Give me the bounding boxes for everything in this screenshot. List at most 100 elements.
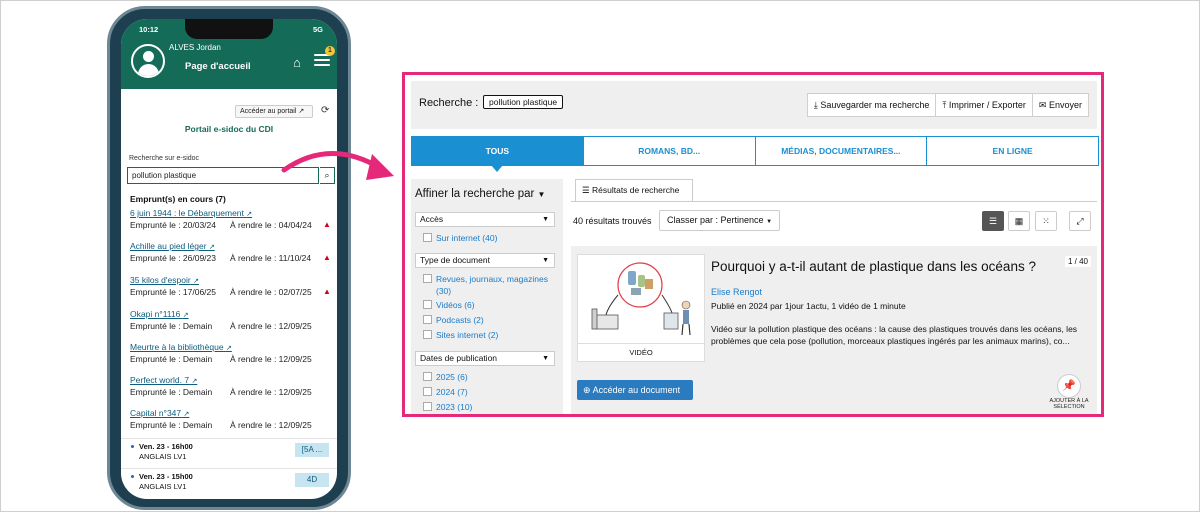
- sort-dropdown[interactable]: Classer par : Pertinence ▼: [659, 210, 781, 231]
- facet-dates[interactable]: Dates de publication ▼: [415, 351, 555, 366]
- tab-romans-bd[interactable]: ROMANS, BD...: [583, 137, 756, 165]
- caret-down-icon: ▼: [537, 190, 546, 199]
- access-document-button[interactable]: ⊕ Accéder au document: [577, 380, 693, 400]
- checkbox[interactable]: [423, 315, 432, 324]
- loan-title: Capital n°347: [130, 408, 182, 418]
- facet-dates-label: Dates de publication: [420, 353, 498, 363]
- checkbox[interactable]: [423, 372, 432, 381]
- loan-dates: Emprunté le : 26/09/23 À rendre le : 11/1…: [130, 253, 335, 265]
- portal-title: Portail e-sidoc du CDI: [184, 124, 274, 134]
- external-link-icon: ↗: [246, 211, 253, 218]
- facet-option-label: 2023 (10): [436, 402, 473, 412]
- facet-sidebar: Affiner la recherche par ▼ Accès ▼ Sur in…: [411, 179, 563, 414]
- bullet-icon: [131, 475, 134, 478]
- print-export-button[interactable]: ⤒ Imprimer / Exporter: [936, 93, 1033, 117]
- envelope-icon: ✉: [1038, 100, 1047, 110]
- facet-option-label: Podcasts (2): [436, 315, 484, 325]
- search-term-chip[interactable]: pollution plastique: [483, 95, 564, 109]
- user-name: ALVES Jordan: [169, 43, 221, 52]
- list-view-button[interactable]: ☰: [982, 211, 1004, 231]
- loan-item: Perfect world. 7 ↗ Emprunté le : Demain À…: [130, 375, 335, 399]
- loan-title: 35 kilos d'espoir: [130, 275, 191, 285]
- loan-title-link[interactable]: 6 juin 1944 : le Débarquement ↗: [130, 208, 335, 220]
- loan-title-link[interactable]: Meurtre à la bibliothèque ↗: [130, 342, 335, 354]
- result-thumbnail[interactable]: VIDÉO: [577, 254, 705, 362]
- pollution-illustration: [591, 262, 691, 336]
- send-button[interactable]: ✉ Envoyer: [1032, 93, 1089, 117]
- facet-option-label: Revues, journaux, magazines: [436, 274, 548, 284]
- facet-option[interactable]: Sites internet (2): [423, 330, 498, 340]
- refresh-icon[interactable]: ⟳: [321, 105, 329, 116]
- action-buttons: ⤓ Sauvegarder ma recherche ⤒ Imprimer / …: [806, 93, 1089, 117]
- checkbox[interactable]: [423, 274, 432, 283]
- result-title[interactable]: Pourquoi y a-t-il autant de plastique da…: [711, 259, 1036, 274]
- course-subject: ANGLAIS LV1: [139, 482, 187, 491]
- phone-mockup: 10:12 5G ALVES Jordan Page d'accueil ⌂ 1…: [107, 6, 351, 510]
- facet-type[interactable]: Type de document ▼: [415, 253, 555, 268]
- send-label: Envoyer: [1048, 100, 1082, 110]
- access-document-label: Accéder au document: [592, 385, 681, 395]
- facet-option-label: Sur internet (40): [436, 233, 498, 243]
- result-card: VIDÉO Pourquoi y a-t-il autant de plasti…: [571, 246, 1097, 414]
- home-icon[interactable]: ⌂: [293, 55, 301, 70]
- tab-results[interactable]: ☰ Résultats de recherche: [575, 179, 693, 201]
- loan-due: À rendre le : 11/10/24: [230, 253, 312, 263]
- notification-badge: 1: [325, 46, 335, 56]
- save-search-button[interactable]: ⤓ Sauvegarder ma recherche: [806, 93, 937, 117]
- checkbox[interactable]: [423, 233, 432, 242]
- facet-option[interactable]: Sur internet (40): [423, 233, 497, 243]
- checkbox[interactable]: [423, 402, 432, 411]
- result-author[interactable]: Elise Rengot: [711, 287, 762, 297]
- loan-due: À rendre le : 12/09/25: [230, 354, 312, 364]
- mosaic-icon: ⁙: [1042, 216, 1050, 226]
- loan-due: À rendre le : 12/09/25: [230, 321, 312, 331]
- loan-title-link[interactable]: Okapi n°1116 ↗: [130, 309, 335, 321]
- mosaic-view-button[interactable]: ⁙: [1035, 211, 1057, 231]
- course-item[interactable]: Ven. 23 - 16h00 ANGLAIS LV1 [5A ...: [121, 438, 337, 468]
- facets-title-label: Affiner la recherche par: [415, 188, 535, 200]
- tab-en-ligne[interactable]: EN LIGNE: [927, 137, 1098, 165]
- list-icon: ☰: [582, 185, 590, 195]
- warning-icon: ▲: [323, 253, 331, 262]
- grid-view-button[interactable]: ▦: [1008, 211, 1030, 231]
- facets-title[interactable]: Affiner la recherche par ▼: [415, 188, 545, 200]
- facet-option[interactable]: 2025 (6): [423, 372, 468, 382]
- fullscreen-button[interactable]: ⤢: [1069, 211, 1091, 231]
- loan-item: Okapi n°1116 ↗ Emprunté le : Demain À ren…: [130, 309, 335, 333]
- add-selection-label: AJOUTER À LA SÉLECTION: [1049, 398, 1089, 410]
- menu-icon[interactable]: 1: [314, 46, 335, 67]
- sort-label: Classer par : Pertinence: [667, 215, 764, 225]
- checkbox[interactable]: [423, 330, 432, 339]
- loan-borrowed: Emprunté le : 20/03/24: [130, 220, 217, 230]
- loan-title-link[interactable]: Perfect world. 7 ↗: [130, 375, 335, 387]
- facet-option[interactable]: Vidéos (6): [423, 300, 475, 310]
- checkbox[interactable]: [423, 387, 432, 396]
- loan-title-link[interactable]: Capital n°347 ↗: [130, 408, 335, 420]
- save-search-label: Sauvegarder ma recherche: [820, 100, 930, 110]
- portal-button-label: Accéder au portail: [240, 108, 297, 115]
- loan-dates: Emprunté le : Demain À rendre le : 12/09/…: [130, 387, 335, 399]
- list-icon: ☰: [988, 216, 998, 226]
- pin-icon[interactable]: 📌: [1057, 374, 1081, 398]
- print-export-label: Imprimer / Exporter: [948, 100, 1026, 110]
- checkbox[interactable]: [423, 300, 432, 309]
- portal-button[interactable]: Accéder au portail ↗: [235, 105, 313, 118]
- loan-due: À rendre le : 12/09/25: [230, 420, 312, 430]
- facet-option[interactable]: Revues, journaux, magazines: [423, 274, 548, 284]
- facet-option[interactable]: Podcasts (2): [423, 315, 484, 325]
- loan-title-link[interactable]: Achille au pied léger ↗: [130, 241, 335, 253]
- divider: [571, 201, 1097, 202]
- external-link-icon: ↗: [298, 108, 305, 115]
- external-link-icon: ↗: [208, 244, 215, 251]
- tab-tous[interactable]: TOUS: [412, 137, 584, 172]
- facet-option[interactable]: 2024 (7): [423, 387, 468, 397]
- desktop-panel: Recherche : pollution plastique ⤓ Sauveg…: [402, 72, 1104, 417]
- course-item[interactable]: Ven. 23 - 15h00 ANGLAIS LV1 4D: [121, 468, 337, 498]
- loans-title: Emprunt(s) en cours (7): [130, 194, 226, 204]
- tab-medias-documentaires[interactable]: MÉDIAS, DOCUMENTAIRES...: [755, 137, 928, 165]
- avatar[interactable]: [131, 44, 165, 78]
- loan-title-link[interactable]: 35 kilos d'espoir ↗: [130, 275, 335, 287]
- facet-option[interactable]: 2023 (10): [423, 402, 472, 412]
- facet-acces[interactable]: Accès ▼: [415, 212, 555, 227]
- loan-item: 35 kilos d'espoir ↗ Emprunté le : 17/06/…: [130, 275, 335, 299]
